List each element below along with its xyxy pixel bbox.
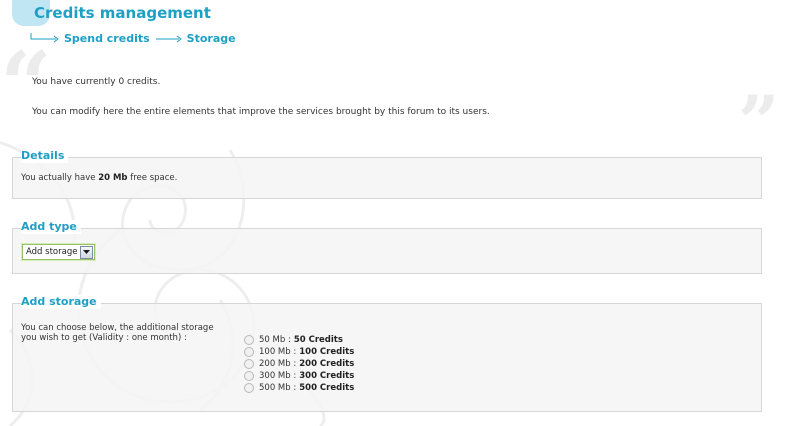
storage-instructions-line2: you wish to get (Validity : one month) :: [21, 333, 187, 343]
radio-button[interactable]: [244, 371, 254, 381]
details-title: Details: [21, 149, 69, 163]
option-credits: 100 Credits: [299, 347, 355, 357]
free-space-value: 20 Mb: [98, 173, 128, 183]
option-credits: 300 Credits: [299, 371, 355, 381]
quote-close-icon: ”: [738, 79, 780, 164]
chevron-down-icon[interactable]: [80, 245, 94, 259]
option-size: 50 Mb: [259, 335, 286, 345]
option-size: 500 Mb: [259, 383, 291, 393]
storage-option-100[interactable]: 100 Mb :100 Credits: [244, 346, 354, 358]
breadcrumb-storage[interactable]: Storage: [187, 32, 236, 45]
free-space-suffix: free space.: [127, 173, 178, 183]
page-title: Credits management: [34, 4, 211, 22]
add-type-panel: Add type Add storage: [12, 220, 762, 274]
add-storage-title: Add storage: [21, 295, 101, 309]
option-size: 100 Mb: [259, 347, 291, 357]
breadcrumb-spend-credits[interactable]: Spend credits: [64, 32, 150, 45]
free-space-text: You actually have 20 Mb free space.: [21, 173, 177, 183]
option-size: 300 Mb: [259, 371, 291, 381]
option-credits: 50 Credits: [293, 335, 343, 345]
add-storage-panel: Add storage You can choose below, the ad…: [12, 295, 762, 412]
add-type-select[interactable]: Add storage: [22, 244, 96, 260]
option-credits: 200 Credits: [299, 359, 355, 369]
radio-button[interactable]: [244, 383, 254, 393]
storage-instructions: You can choose below, the additional sto…: [21, 323, 214, 343]
free-space-prefix: You actually have: [21, 173, 99, 183]
add-type-title: Add type: [21, 220, 81, 234]
breadcrumb: Spend credits Storage: [30, 31, 236, 45]
storage-options: 50 Mb :50 Credits 100 Mb :100 Credits 20…: [244, 334, 354, 394]
storage-instructions-line1: You can choose below, the additional sto…: [21, 323, 214, 333]
storage-option-500[interactable]: 500 Mb :500 Credits: [244, 382, 354, 394]
storage-option-50[interactable]: 50 Mb :50 Credits: [244, 334, 354, 346]
credits-balance-text: You have currently 0 credits.: [32, 77, 161, 87]
intro-description: You can modify here the entire elements …: [32, 107, 490, 117]
details-panel: Details You actually have 20 Mb free spa…: [12, 149, 762, 199]
radio-button[interactable]: [244, 335, 254, 345]
option-credits: 500 Credits: [299, 383, 355, 393]
radio-button[interactable]: [244, 359, 254, 369]
add-type-selected-value: Add storage: [26, 247, 78, 257]
storage-option-300[interactable]: 300 Mb :300 Credits: [244, 370, 354, 382]
radio-button[interactable]: [244, 347, 254, 357]
storage-option-200[interactable]: 200 Mb :200 Credits: [244, 358, 354, 370]
arrow-right-icon: [155, 33, 183, 43]
option-size: 200 Mb: [259, 359, 291, 369]
